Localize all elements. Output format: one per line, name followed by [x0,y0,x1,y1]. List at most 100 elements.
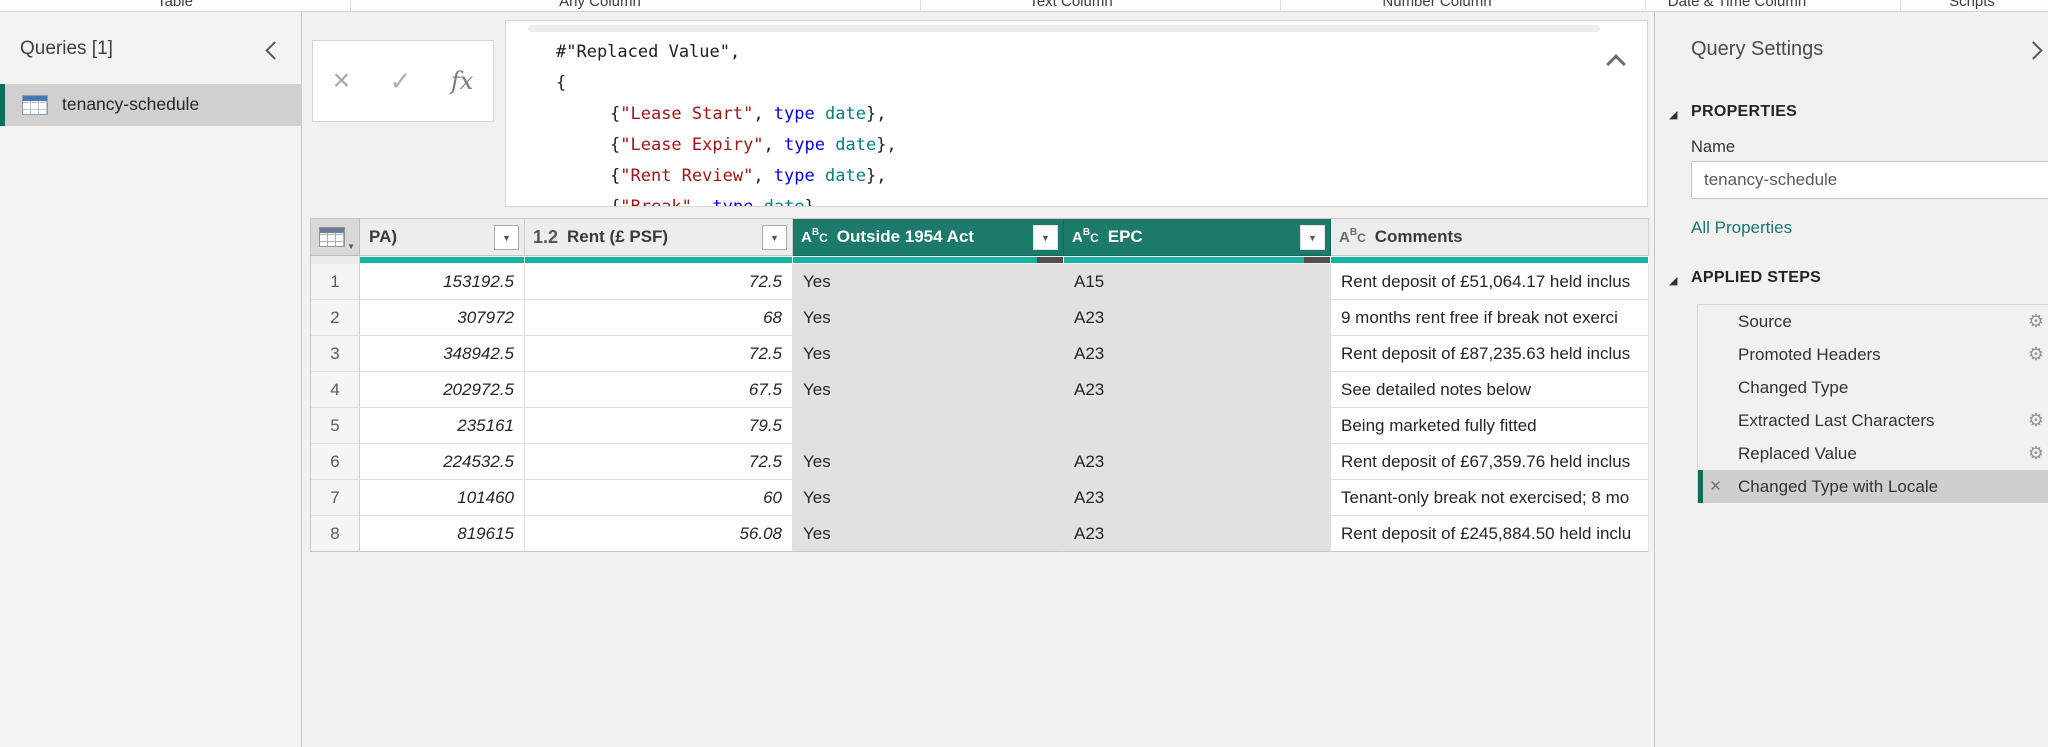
table-cell[interactable]: 307972 [360,300,525,336]
table-cell[interactable]: 153192.5 [360,264,525,300]
table-cell[interactable]: A23 [1064,372,1331,408]
table-cell[interactable]: Yes [793,516,1064,552]
fx-icon[interactable]: fx [451,67,473,95]
table-row: 6224532.572.5YesA23Rent deposit of £67,3… [311,444,1649,480]
table-cell[interactable]: 9 months rent free if break not exerci [1331,300,1649,336]
table-cell[interactable]: 72.5 [525,444,793,480]
decimal-type-icon: 1.2 [533,227,558,248]
applied-step[interactable]: Source⚙ [1698,305,2048,338]
query-settings-panel: Query Settings ◢ PROPERTIES Name All Pro… [1654,12,2048,747]
query-list-item[interactable]: tenancy-schedule [0,84,302,126]
table-cell[interactable]: 235161 [360,408,525,444]
column-filter-dropdown[interactable]: ▼ [1300,225,1325,250]
table-cell[interactable]: Yes [793,444,1064,480]
row-number[interactable]: 2 [311,300,360,336]
column-header-label: Comments [1375,227,1463,247]
table-cell[interactable]: Yes [793,336,1064,372]
table-cell[interactable]: A23 [1064,444,1331,480]
step-settings-gear-icon[interactable]: ⚙ [2028,404,2044,437]
applied-steps-collapse-icon[interactable]: ◢ [1669,274,1677,287]
column-filter-dropdown[interactable]: ▼ [494,225,519,250]
code-token: type [784,135,825,155]
formula-buttons: × ✓ fx [312,40,494,122]
table-cell[interactable]: A23 [1064,300,1331,336]
table-cell[interactable]: 202972.5 [360,372,525,408]
table-cell[interactable]: 79.5 [525,408,793,444]
table-cell[interactable]: Rent deposit of £87,235.63 held inclus [1331,336,1649,372]
table-cell[interactable]: 68 [525,300,793,336]
properties-collapse-icon[interactable]: ◢ [1669,108,1677,121]
row-number[interactable]: 6 [311,444,360,480]
code-token: "Lease Start" [620,104,753,124]
collapse-queries-icon[interactable] [265,41,283,59]
ribbon-strip: TableAny ColumnText ColumnNumber ColumnD… [0,0,2048,12]
quality-valid-bar [793,257,1037,263]
code-token: "Lease Expiry" [620,135,763,155]
row-number[interactable]: 5 [311,408,360,444]
grid-corner-button[interactable]: ▼ [311,219,360,256]
column-quality-cell [1064,256,1331,264]
table-cell[interactable]: Rent deposit of £245,884.50 held inclu [1331,516,1649,552]
table-row: 1153192.572.5YesA15Rent deposit of £51,0… [311,264,1649,300]
formula-code[interactable]: #"Replaced Value",{{"Lease Start", type … [506,21,1647,207]
table-cell[interactable]: 60 [525,480,793,516]
commit-formula-icon[interactable]: ✓ [390,68,412,94]
table-cell[interactable]: A23 [1064,480,1331,516]
table-cell[interactable]: See detailed notes below [1331,372,1649,408]
column-header-5[interactable]: ABCComments [1331,219,1649,256]
column-header-label: Rent (£ PSF) [567,227,668,247]
ribbon-group-label: Any Column [559,0,641,10]
column-header-3[interactable]: ABCOutside 1954 Act▼ [793,219,1064,256]
table-cell[interactable]: Yes [793,264,1064,300]
applied-step[interactable]: ×Changed Type with Locale [1698,470,2048,503]
cancel-formula-icon[interactable]: × [333,66,351,96]
column-filter-dropdown[interactable]: ▼ [762,225,787,250]
code-token [815,104,825,124]
table-cell[interactable]: 56.08 [525,516,793,552]
table-cell[interactable]: Yes [793,300,1064,336]
table-cell[interactable]: 224532.5 [360,444,525,480]
row-number[interactable]: 4 [311,372,360,408]
formula-bar[interactable]: #"Replaced Value",{{"Lease Start", type … [505,20,1648,207]
row-number[interactable]: 7 [311,480,360,516]
table-cell[interactable]: Tenant-only break not exercised; 8 mo [1331,480,1649,516]
table-cell[interactable] [793,408,1064,444]
table-cell[interactable]: Yes [793,372,1064,408]
applied-step[interactable]: Changed Type [1698,371,2048,404]
step-settings-gear-icon[interactable]: ⚙ [2028,305,2044,338]
applied-step[interactable]: Replaced Value⚙ [1698,437,2048,470]
all-properties-link[interactable]: All Properties [1691,218,1792,238]
column-header-1[interactable]: PA)▼ [360,219,525,256]
table-cell[interactable]: 101460 [360,480,525,516]
code-line: #"Replaced Value", [506,37,1647,68]
code-token: date [835,135,876,155]
table-cell[interactable]: 348942.5 [360,336,525,372]
step-settings-gear-icon[interactable]: ⚙ [2028,437,2044,470]
step-settings-gear-icon[interactable]: ⚙ [2028,338,2044,371]
table-cell[interactable]: Rent deposit of £51,064.17 held inclus [1331,264,1649,300]
table-cell[interactable]: Rent deposit of £67,359.76 held inclus [1331,444,1649,480]
column-header-4[interactable]: ABCEPC▼ [1064,219,1331,256]
applied-step[interactable]: Extracted Last Characters⚙ [1698,404,2048,437]
column-filter-dropdown[interactable]: ▼ [1033,225,1058,250]
applied-step[interactable]: Promoted Headers⚙ [1698,338,2048,371]
collapse-settings-icon[interactable] [2024,41,2042,59]
query-name-input[interactable] [1691,161,2048,199]
table-cell[interactable]: Being marketed fully fitted [1331,408,1649,444]
table-cell[interactable]: Yes [793,480,1064,516]
table-row: 523516179.5 Being marketed fully fitted [311,408,1649,444]
table-cell[interactable] [1064,408,1331,444]
row-number[interactable]: 3 [311,336,360,372]
table-cell[interactable]: A15 [1064,264,1331,300]
table-cell[interactable]: A23 [1064,516,1331,552]
delete-step-icon[interactable]: × [1710,470,1721,503]
table-cell[interactable]: 819615 [360,516,525,552]
table-row: 4202972.567.5YesA23See detailed notes be… [311,372,1649,408]
row-number[interactable]: 1 [311,264,360,300]
table-cell[interactable]: 72.5 [525,336,793,372]
column-header-2[interactable]: 1.2 Rent (£ PSF) ▼ [525,219,793,256]
table-cell[interactable]: 72.5 [525,264,793,300]
row-number[interactable]: 8 [311,516,360,552]
table-cell[interactable]: A23 [1064,336,1331,372]
table-cell[interactable]: 67.5 [525,372,793,408]
